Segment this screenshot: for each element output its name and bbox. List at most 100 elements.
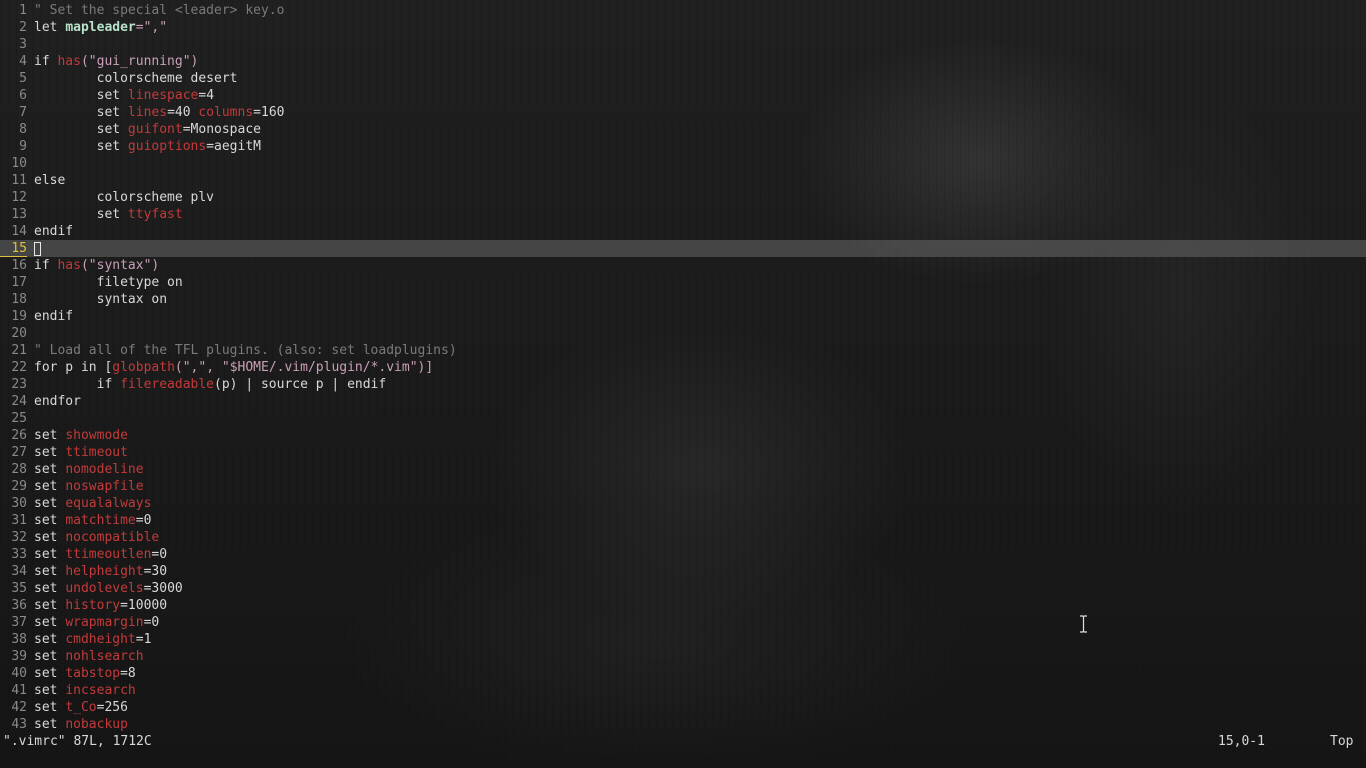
- code-line[interactable]: 6 set linespace=4: [0, 87, 1366, 104]
- code-token-opt: lines: [127, 105, 168, 120]
- code-token-func: has: [57, 258, 81, 273]
- code-line[interactable]: 19 endif: [0, 308, 1366, 325]
- code-token-opt: nobackup: [65, 717, 128, 732]
- code-token-func: globpath: [112, 360, 175, 375]
- line-number: 5: [19, 71, 27, 86]
- code-line[interactable]: 23 if filereadable(p) | source p | endif: [0, 376, 1366, 393]
- text-ibeam-icon: [1080, 615, 1087, 633]
- code-line[interactable]: 8 set guifont=Monospace: [0, 121, 1366, 138]
- line-number: 36: [11, 598, 27, 613]
- line-number: 14: [11, 224, 27, 239]
- code-line[interactable]: 37 set wrapmargin=0: [0, 614, 1366, 631]
- line-number: 12: [11, 190, 27, 205]
- code-token-plain: =4: [198, 88, 215, 103]
- code-token-kw: set: [34, 666, 66, 681]
- code-token-kw: set: [34, 513, 66, 528]
- code-line[interactable]: 11 else: [0, 172, 1366, 189]
- line-number: 2: [19, 20, 27, 35]
- line-number: 13: [11, 207, 27, 222]
- code-token-str: (",", "$HOME/.vim/plugin/*.vim")]: [174, 360, 434, 375]
- code-token-opt: ttimeout: [65, 445, 128, 460]
- code-token-kw: set: [34, 88, 128, 103]
- code-line[interactable]: 43 set nobackup: [0, 716, 1366, 733]
- code-line[interactable]: 27 set ttimeout: [0, 444, 1366, 461]
- code-line[interactable]: 2 let mapleader=",": [0, 19, 1366, 36]
- line-number: 11: [11, 173, 27, 188]
- line-number: 28: [11, 462, 27, 477]
- line-number: 16: [11, 258, 27, 273]
- code-line[interactable]: 39 set nohlsearch: [0, 648, 1366, 665]
- code-line[interactable]: 41 set incsearch: [0, 682, 1366, 699]
- code-token-plain: =0: [143, 615, 160, 630]
- line-number: 33: [11, 547, 27, 562]
- vim-editor-buffer[interactable]: 1 " Set the special <leader> key.o 2 let ma…: [0, 2, 1366, 733]
- code-line[interactable]: 20: [0, 325, 1366, 342]
- code-line[interactable]: 9 set guioptions=aegitM: [0, 138, 1366, 155]
- code-token-kw: set: [34, 581, 66, 596]
- code-line[interactable]: 14 endif: [0, 223, 1366, 240]
- code-line[interactable]: 36 set history=10000: [0, 597, 1366, 614]
- code-line[interactable]: 42 set t_Co=256: [0, 699, 1366, 716]
- line-number: 4: [19, 54, 27, 69]
- code-line[interactable]: 13 set ttyfast: [0, 206, 1366, 223]
- code-token-kw: set: [34, 683, 66, 698]
- code-token-kw: set: [34, 445, 66, 460]
- code-token-plain: =10000: [120, 598, 168, 613]
- code-token-plain: =0: [135, 513, 152, 528]
- code-line[interactable]: 5 colorscheme desert: [0, 70, 1366, 87]
- code-token-opt: guifont: [127, 122, 183, 137]
- code-line[interactable]: 29 set noswapfile: [0, 478, 1366, 495]
- code-line[interactable]: 4 if has("gui_running"): [0, 53, 1366, 70]
- code-line[interactable]: 10: [0, 155, 1366, 172]
- code-token-kw: set: [34, 479, 66, 494]
- code-line[interactable]: 7 set lines=40 columns=160: [0, 104, 1366, 121]
- code-line[interactable]: 1 " Set the special <leader> key.o: [0, 2, 1366, 19]
- code-token-kw: set: [34, 700, 66, 715]
- code-line[interactable]: 33 set ttimeoutlen=0: [0, 546, 1366, 563]
- code-line[interactable]: 25: [0, 410, 1366, 427]
- code-line[interactable]: 3: [0, 36, 1366, 53]
- code-line[interactable]: 21 " Load all of the TFL plugins. (also: …: [0, 342, 1366, 359]
- code-token-plain: =160: [253, 105, 285, 120]
- line-number: 31: [11, 513, 27, 528]
- code-token-opt: equalalways: [65, 496, 152, 511]
- code-token-plain: colorscheme plv: [34, 190, 215, 205]
- line-number: 37: [11, 615, 27, 630]
- code-line[interactable]: 18 syntax on: [0, 291, 1366, 308]
- code-token-kw: let: [34, 20, 66, 35]
- code-line[interactable]: 16 if has("syntax"): [0, 257, 1366, 274]
- line-number: 35: [11, 581, 27, 596]
- current-line[interactable]: 15: [0, 240, 1366, 257]
- line-number: 40: [11, 666, 27, 681]
- code-token-kw: for p in [: [34, 360, 113, 375]
- code-line[interactable]: 12 colorscheme plv: [0, 189, 1366, 206]
- line-number: 9: [19, 139, 27, 154]
- code-line[interactable]: 22 for p in [globpath(",", "$HOME/.vim/pl…: [0, 359, 1366, 376]
- code-line[interactable]: 30 set equalalways: [0, 495, 1366, 512]
- code-token-opt: cmdheight: [65, 632, 136, 647]
- code-token-opt: wrapmargin: [65, 615, 144, 630]
- code-line[interactable]: 26 set showmode: [0, 427, 1366, 444]
- code-token-kw: else: [34, 173, 66, 188]
- line-number: 26: [11, 428, 27, 443]
- code-line[interactable]: 38 set cmdheight=1: [0, 631, 1366, 648]
- code-line[interactable]: 34 set helpheight=30: [0, 563, 1366, 580]
- line-number: 32: [11, 530, 27, 545]
- code-line[interactable]: 24 endfor: [0, 393, 1366, 410]
- code-line[interactable]: 35 set undolevels=3000: [0, 580, 1366, 597]
- code-line[interactable]: 28 set nomodeline: [0, 461, 1366, 478]
- code-line[interactable]: 31 set matchtime=0: [0, 512, 1366, 529]
- line-number: 29: [11, 479, 27, 494]
- scroll-indicator: Top: [1330, 734, 1354, 749]
- code-token-kw: set: [34, 122, 128, 137]
- code-token-opt: linespace: [127, 88, 199, 103]
- code-line[interactable]: 17 filetype on: [0, 274, 1366, 291]
- code-line[interactable]: 40 set tabstop=8: [0, 665, 1366, 682]
- code-token-kw: set: [34, 649, 66, 664]
- line-number: 18: [11, 292, 27, 307]
- code-token-kw: set: [34, 717, 66, 732]
- code-token-plain: =3000: [143, 581, 183, 596]
- code-line[interactable]: 32 set nocompatible: [0, 529, 1366, 546]
- code-token-var: mapleader: [65, 20, 136, 35]
- code-token-plain: =1: [135, 632, 152, 647]
